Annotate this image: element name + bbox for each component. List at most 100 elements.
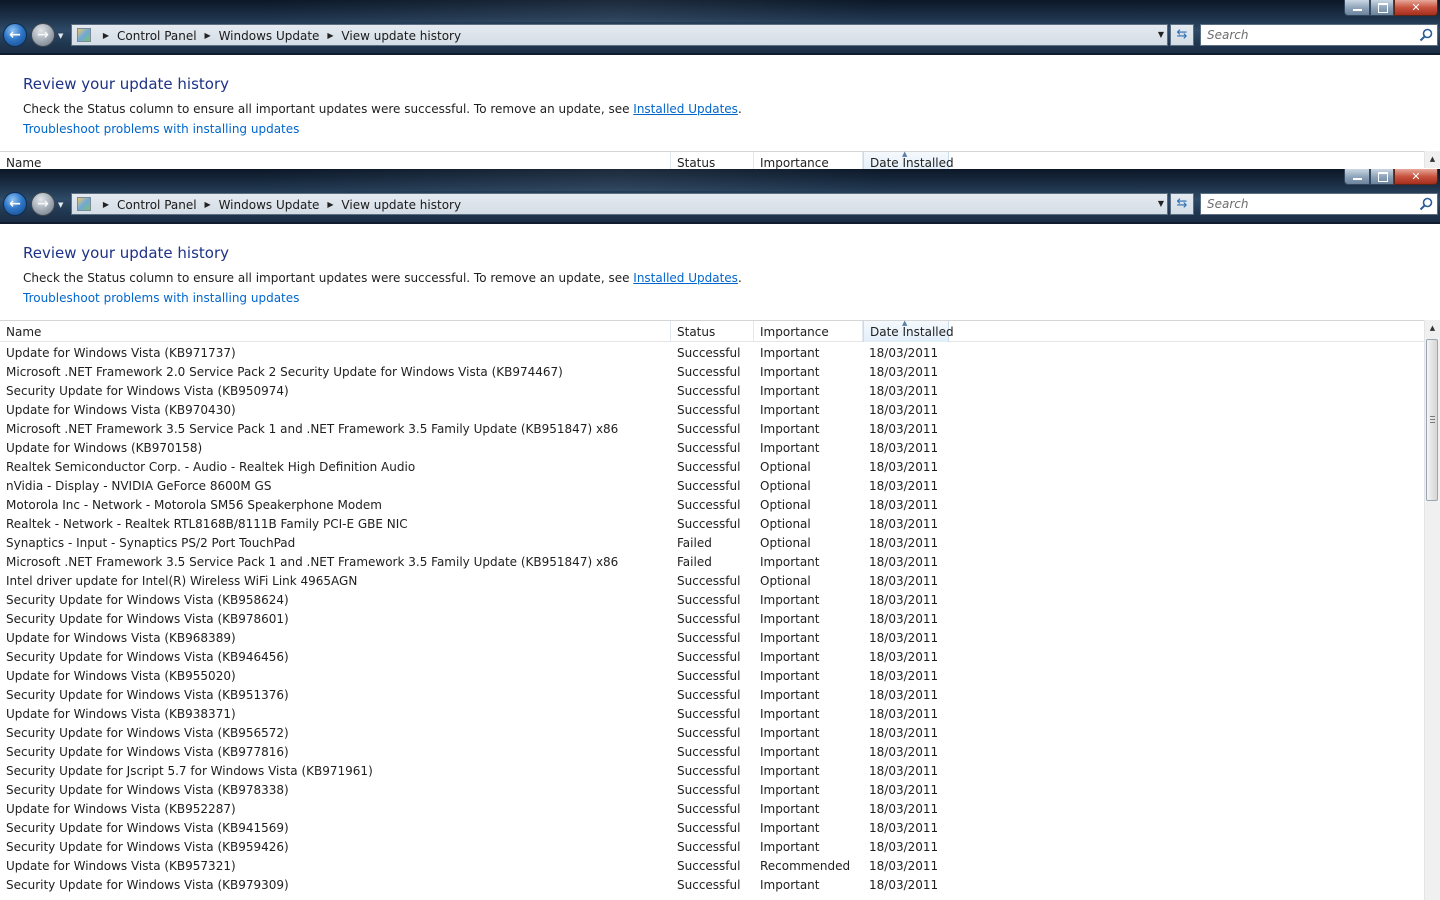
cell-status: Successful (677, 479, 741, 493)
table-row[interactable]: Update for Windows Vista (KB970430) Succe… (0, 401, 1424, 420)
address-bar[interactable]: ▶ Control Panel ▶ Windows Update ▶ View updat… (71, 193, 1168, 215)
back-button[interactable]: ← (3, 23, 27, 47)
breadcrumb-separator-icon[interactable]: ▶ (200, 26, 216, 46)
troubleshoot-link[interactable]: Troubleshoot problems with installing up… (23, 291, 299, 305)
breadcrumb-separator-icon[interactable]: ▶ (322, 195, 338, 215)
table-row[interactable]: Security Update for Windows Vista (KB956… (0, 724, 1424, 743)
scroll-grip-line (1430, 419, 1435, 420)
table-row[interactable]: Update for Windows Vista (KB955020) Succe… (0, 667, 1424, 686)
table-row[interactable]: Security Update for Windows Vista (KB951… (0, 686, 1424, 705)
table-row[interactable]: Microsoft .NET Framework 3.5 Service Pac… (0, 553, 1424, 572)
back-button[interactable]: ← (3, 192, 27, 216)
table-row[interactable]: Update for Windows Vista (KB938371) Succe… (0, 705, 1424, 724)
search-input[interactable] (1201, 25, 1419, 45)
cell-name: Realtek - Network - Realtek RTL8168B/811… (6, 517, 408, 531)
breadcrumb-view-update-history[interactable]: View update history (338, 195, 464, 215)
page-title: Review your update history (23, 244, 229, 262)
scroll-up-icon[interactable]: ▲ (1425, 151, 1440, 168)
breadcrumb-separator-icon[interactable]: ▶ (200, 195, 216, 215)
cell-status: Successful (677, 422, 741, 436)
table-row[interactable]: Update for Windows Vista (KB952287) Succe… (0, 800, 1424, 819)
breadcrumb-windows-update[interactable]: Windows Update (216, 26, 323, 46)
address-dropdown-icon[interactable]: ▼ (1158, 25, 1164, 45)
table-row[interactable]: Security Update for Jscript 5.7 for Wind… (0, 762, 1424, 781)
column-header-status[interactable]: Status (671, 321, 754, 342)
breadcrumb-view-update-history[interactable]: View update history (338, 26, 464, 46)
search-input[interactable] (1201, 194, 1419, 214)
breadcrumb-separator-icon[interactable]: ▶ (98, 195, 114, 215)
table-row[interactable]: Synaptics - Input - Synaptics PS/2 Port … (0, 534, 1424, 553)
vertical-scrollbar[interactable]: ▲ (1424, 320, 1440, 900)
vertical-scrollbar[interactable]: ▲ (1424, 151, 1440, 168)
column-header-row: Name Status Importance ▲ Date Installed (0, 150, 1424, 169)
column-header-date-installed[interactable]: ▲ Date Installed (863, 150, 954, 169)
troubleshoot-link[interactable]: Troubleshoot problems with installing up… (23, 122, 299, 136)
close-button[interactable]: ✕ (1394, 169, 1438, 185)
column-header-date-installed[interactable]: ▲ Date Installed (863, 319, 954, 342)
table-row[interactable]: Security Update for Windows Vista (KB946… (0, 648, 1424, 667)
table-row[interactable]: Security Update for Windows Vista (KB950… (0, 382, 1424, 401)
cell-importance: Optional (760, 536, 811, 550)
cell-date-installed: 18/03/2011 (869, 707, 939, 721)
search-icon[interactable] (1419, 197, 1433, 211)
table-row[interactable]: Update for Windows Vista (KB957321) Succe… (0, 857, 1424, 876)
maximize-button[interactable] (1370, 0, 1394, 16)
column-header-name[interactable]: Name (0, 152, 671, 169)
minimize-button[interactable] (1344, 169, 1370, 185)
recent-pages-dropdown[interactable]: ▼ (58, 201, 63, 209)
table-row[interactable]: Microsoft .NET Framework 2.0 Service Pac… (0, 363, 1424, 382)
refresh-icon: ⇆ (1176, 27, 1188, 42)
table-row[interactable]: Microsoft .NET Framework 3.5 Service Pac… (0, 420, 1424, 439)
forward-button[interactable]: → (31, 23, 55, 47)
table-row[interactable]: Motorola Inc - Network - Motorola SM56 S… (0, 496, 1424, 515)
search-box[interactable] (1200, 193, 1438, 215)
table-row[interactable]: Security Update for Windows Vista (KB958… (0, 591, 1424, 610)
address-dropdown-icon[interactable]: ▼ (1158, 194, 1164, 214)
table-row[interactable]: Security Update for Windows Vista (KB979… (0, 876, 1424, 895)
cell-date-installed: 18/03/2011 (869, 384, 939, 398)
update-rows: Update for Windows Vista (KB971737) Succe… (0, 344, 1424, 895)
forward-button[interactable]: → (31, 192, 55, 216)
table-row[interactable]: Realtek Semiconductor Corp. - Audio - Re… (0, 458, 1424, 477)
column-header-importance[interactable]: Importance (754, 321, 863, 342)
cell-name: Update for Windows Vista (KB971737) (6, 346, 236, 360)
installed-updates-link[interactable]: Installed Updates (633, 271, 738, 285)
cell-status: Failed (677, 536, 712, 550)
table-row[interactable]: Security Update for Windows Vista (KB941… (0, 819, 1424, 838)
breadcrumb-separator-icon[interactable]: ▶ (98, 26, 114, 46)
table-row[interactable]: Security Update for Windows Vista (KB959… (0, 838, 1424, 857)
column-header-importance[interactable]: Importance (754, 152, 863, 169)
breadcrumb-control-panel[interactable]: Control Panel (114, 195, 200, 215)
scroll-up-icon[interactable]: ▲ (1425, 320, 1440, 337)
search-icon[interactable] (1419, 28, 1433, 42)
scroll-thumb[interactable] (1426, 339, 1438, 501)
table-row[interactable]: Security Update for Windows Vista (KB978… (0, 781, 1424, 800)
breadcrumb-windows-update[interactable]: Windows Update (216, 195, 323, 215)
minimize-button[interactable] (1344, 0, 1370, 16)
table-row[interactable]: Realtek - Network - Realtek RTL8168B/811… (0, 515, 1424, 534)
maximize-button[interactable] (1370, 169, 1394, 185)
table-row[interactable]: Security Update for Windows Vista (KB978… (0, 610, 1424, 629)
control-panel-icon (77, 197, 91, 211)
cell-importance: Important (760, 612, 820, 626)
address-bar[interactable]: ▶ Control Panel ▶ Windows Update ▶ View updat… (71, 24, 1168, 46)
table-row[interactable]: Update for Windows Vista (KB968389) Succe… (0, 629, 1424, 648)
table-row[interactable]: nVidia - Display - NVIDIA GeForce 8600M … (0, 477, 1424, 496)
title-bar-glint (260, 169, 1160, 191)
column-header-status[interactable]: Status (671, 152, 754, 169)
table-row[interactable]: Update for Windows Vista (KB971737) Succe… (0, 344, 1424, 363)
table-row[interactable]: Intel driver update for Intel(R) Wireles… (0, 572, 1424, 591)
installed-updates-link[interactable]: Installed Updates (633, 102, 738, 116)
close-button[interactable]: ✕ (1394, 0, 1438, 16)
breadcrumb-control-panel[interactable]: Control Panel (114, 26, 200, 46)
status-description: Check the Status column to ensure all im… (23, 271, 742, 285)
refresh-button[interactable]: ⇆ (1170, 193, 1194, 215)
table-row[interactable]: Security Update for Windows Vista (KB977… (0, 743, 1424, 762)
recent-pages-dropdown[interactable]: ▼ (58, 32, 63, 40)
table-row[interactable]: Update for Windows (KB970158) Successful I… (0, 439, 1424, 458)
breadcrumb-separator-icon[interactable]: ▶ (322, 26, 338, 46)
cell-importance: Important (760, 764, 820, 778)
column-header-name[interactable]: Name (0, 321, 671, 342)
search-box[interactable] (1200, 24, 1438, 46)
refresh-button[interactable]: ⇆ (1170, 24, 1194, 46)
